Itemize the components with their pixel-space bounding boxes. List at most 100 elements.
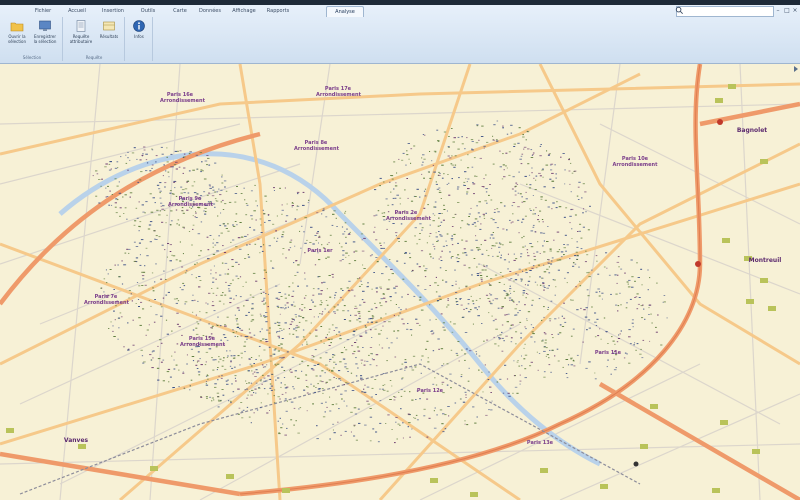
marker[interactable]	[752, 449, 760, 454]
marker[interactable]	[746, 299, 754, 304]
marker[interactable]	[470, 492, 478, 497]
marker[interactable]	[78, 444, 86, 449]
marker[interactable]	[640, 444, 648, 449]
data-point	[649, 277, 651, 279]
data-point	[200, 221, 203, 223]
data-point	[533, 209, 535, 211]
data-point	[176, 323, 179, 325]
marker[interactable]	[722, 238, 730, 243]
data-point	[221, 375, 223, 377]
data-point	[176, 343, 179, 345]
data-point	[549, 320, 551, 322]
data-point	[451, 244, 454, 246]
tab-insertion[interactable]: Insertion	[98, 6, 128, 16]
station-marker[interactable]	[717, 119, 723, 125]
marker[interactable]	[600, 484, 608, 489]
search-icon[interactable]	[675, 6, 684, 15]
data-point	[442, 245, 446, 247]
data-point	[506, 133, 509, 135]
data-point	[218, 300, 222, 302]
data-point	[273, 187, 275, 189]
data-point	[321, 282, 323, 284]
tab-affichage[interactable]: Affichage	[228, 6, 260, 16]
marker[interactable]	[282, 488, 290, 493]
data-point	[394, 356, 397, 358]
data-point	[361, 362, 363, 364]
data-point	[320, 326, 323, 327]
data-point	[229, 302, 232, 304]
data-point	[526, 131, 530, 133]
data-point	[293, 407, 296, 409]
marker[interactable]	[150, 466, 158, 471]
marker[interactable]	[226, 474, 234, 479]
data-point	[282, 248, 285, 249]
data-point	[136, 217, 139, 219]
data-point	[353, 425, 356, 427]
marker[interactable]	[712, 488, 720, 493]
data-point	[334, 297, 336, 299]
map-canvas[interactable]	[0, 64, 800, 500]
data-point	[525, 297, 527, 299]
info-button[interactable]: Infos	[126, 19, 152, 53]
data-point	[217, 215, 219, 217]
data-point	[321, 313, 323, 315]
data-point	[284, 322, 287, 324]
tab-accueil[interactable]: Accueil	[62, 6, 92, 16]
data-point	[209, 185, 211, 187]
data-point	[519, 193, 522, 195]
data-point	[223, 303, 225, 305]
save-selection-button[interactable]: Enregistrer la sélection	[32, 19, 58, 53]
marker[interactable]	[728, 84, 736, 89]
data-point	[309, 309, 312, 310]
data-point	[468, 350, 472, 352]
marker[interactable]	[720, 420, 728, 425]
search-input[interactable]	[676, 6, 774, 17]
data-point	[169, 190, 172, 192]
marker[interactable]	[430, 478, 438, 483]
chevron-right-icon[interactable]	[794, 66, 798, 72]
marker[interactable]	[768, 306, 776, 311]
open-selection-button[interactable]: Ouvrir la sélection	[4, 19, 30, 53]
tab-carte[interactable]: Carte	[168, 6, 192, 16]
close-button[interactable]: ×	[791, 6, 799, 15]
station-marker[interactable]	[633, 461, 639, 467]
data-point	[206, 374, 208, 376]
restore-button[interactable]: □	[783, 6, 791, 15]
marker[interactable]	[760, 159, 768, 164]
tab-analyse[interactable]: Analyse	[326, 6, 364, 17]
minimize-button[interactable]: –	[774, 6, 782, 15]
data-point	[529, 270, 532, 271]
tab-fichier[interactable]: Fichier	[30, 6, 56, 16]
data-point	[170, 153, 173, 155]
data-point	[439, 173, 441, 174]
data-point	[355, 375, 358, 377]
data-point	[480, 223, 482, 225]
data-point	[310, 368, 314, 370]
marker[interactable]	[6, 428, 14, 433]
data-point	[379, 388, 381, 390]
tab-rapports[interactable]: Rapports	[264, 6, 292, 16]
data-point	[198, 286, 201, 288]
data-point	[441, 381, 445, 383]
data-point	[284, 384, 286, 386]
marker[interactable]	[540, 468, 548, 473]
data-point	[246, 204, 249, 206]
data-point	[105, 196, 108, 198]
data-point	[495, 242, 498, 244]
results-button[interactable]: Résultats	[96, 19, 122, 53]
marker[interactable]	[715, 98, 723, 103]
marker[interactable]	[650, 404, 658, 409]
data-point	[315, 239, 318, 241]
tab-donnees[interactable]: Données	[196, 6, 224, 16]
data-point	[615, 367, 617, 369]
marker[interactable]	[760, 278, 768, 283]
attribute-query-button[interactable]: Requête attributaire	[68, 19, 94, 53]
data-point	[263, 315, 266, 317]
station-marker[interactable]	[695, 261, 701, 267]
data-point	[186, 354, 188, 356]
map-label: Paris 9e Arrondissement	[168, 196, 213, 208]
data-point	[315, 329, 318, 331]
data-point	[530, 324, 533, 326]
data-point	[171, 355, 173, 357]
tab-outils[interactable]: Outils	[134, 6, 162, 16]
